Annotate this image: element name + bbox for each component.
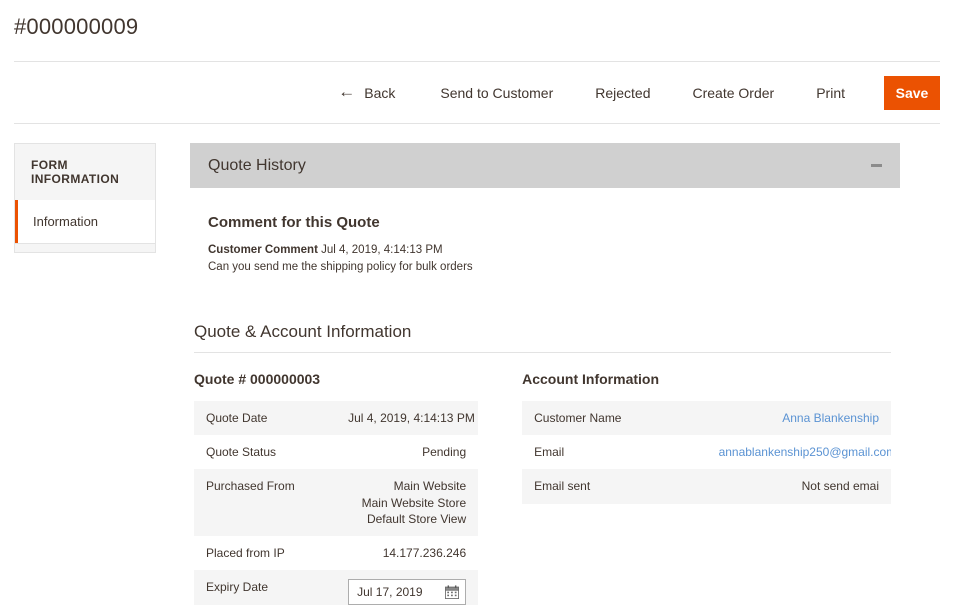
send-to-customer-button[interactable]: Send to Customer bbox=[419, 86, 574, 100]
table-row: Quote Status Pending bbox=[194, 435, 478, 469]
comment-author-label: Customer Comment bbox=[208, 244, 318, 256]
quote-history-panel-header[interactable]: Quote History bbox=[190, 143, 900, 188]
table-row: Placed from IP 14.177.236.246 bbox=[194, 536, 478, 570]
email-label: Email bbox=[534, 445, 565, 460]
placed-from-ip-value: 14.177.236.246 bbox=[382, 545, 467, 560]
page-actions-toolbar: ← Back Send to Customer Rejected Create … bbox=[14, 62, 940, 123]
calendar-icon[interactable] bbox=[445, 585, 460, 600]
email-value: annablankenship250@gmail.com bbox=[707, 435, 891, 469]
comment-body: Can you send me the shipping policy for … bbox=[208, 261, 473, 273]
email-sent-label: Email sent bbox=[534, 479, 591, 494]
account-information-table: Customer Name Anna Blankenship Email ann… bbox=[522, 401, 891, 504]
arrow-left-icon: ← bbox=[338, 82, 356, 101]
table-row: Expiry Date bbox=[194, 570, 479, 605]
account-information-column: Account Information Customer Name Anna B… bbox=[522, 371, 891, 605]
sidebar-item-information[interactable]: Information bbox=[14, 200, 156, 244]
form-sidebar: FORM INFORMATION Information bbox=[14, 143, 156, 253]
expiry-date-input[interactable] bbox=[357, 585, 438, 600]
table-row: Email sent Not send emai bbox=[522, 469, 891, 504]
quote-number-heading: Quote # 000000003 bbox=[194, 371, 321, 387]
comment-meta: Customer Comment Jul 4, 2019, 4:14:13 PM bbox=[208, 244, 900, 256]
quote-account-section-title: Quote & Account Information bbox=[194, 322, 891, 353]
back-button[interactable]: ← Back bbox=[338, 82, 419, 101]
quote-history-title: Quote History bbox=[208, 156, 306, 174]
quote-history-panel-body: Comment for this Quote Customer Comment … bbox=[190, 188, 900, 273]
expiry-date-value bbox=[336, 570, 478, 605]
main-content: Quote History Comment for this Quote Cus… bbox=[190, 143, 900, 273]
page-root: #000000009 ← Back Send to Customer Rejec… bbox=[0, 0, 954, 605]
table-row: Email annablankenship250@gmail.com bbox=[522, 435, 891, 469]
quote-date-value: Jul 4, 2019, 4:14:13 PM bbox=[348, 411, 475, 425]
save-button[interactable]: Save bbox=[884, 75, 940, 110]
purchased-from-value: Main Website Main Website Store Default … bbox=[336, 469, 478, 536]
quote-account-information-section: Quote & Account Information Quote # 0000… bbox=[194, 322, 891, 605]
table-row: Quote Date Jul 4, 2019, 4:14:13 PM bbox=[194, 401, 479, 436]
quote-information-table: Quote Date Jul 4, 2019, 4:14:13 PM Quote… bbox=[194, 401, 479, 605]
rejected-button[interactable]: Rejected bbox=[574, 86, 671, 100]
email-link[interactable]: annablankenship250@gmail.com bbox=[719, 445, 891, 459]
expiry-date-label: Expiry Date bbox=[206, 580, 269, 595]
quote-information-column: Quote # 000000003 Quote Date Jul 4, 2019… bbox=[194, 371, 479, 605]
placed-from-ip-label: Placed from IP bbox=[206, 545, 285, 560]
quote-status-value: Pending bbox=[422, 445, 467, 460]
back-button-label: Back bbox=[364, 84, 396, 101]
customer-name-link[interactable]: Anna Blankenship bbox=[782, 411, 879, 425]
expiry-date-field[interactable] bbox=[348, 579, 467, 605]
sidebar-footer-strip bbox=[14, 244, 156, 253]
table-row: Customer Name Anna Blankenship bbox=[522, 401, 891, 436]
customer-name-label: Customer Name bbox=[534, 411, 622, 425]
customer-name-value: Anna Blankenship bbox=[707, 401, 891, 435]
minus-icon[interactable] bbox=[871, 164, 882, 167]
purchased-from-store: Main Website Store bbox=[361, 495, 467, 510]
create-order-button[interactable]: Create Order bbox=[672, 86, 796, 100]
table-row: Purchased From Main Website Main Website… bbox=[194, 469, 479, 536]
account-information-heading: Account Information bbox=[522, 371, 660, 387]
purchased-from-website: Main Website bbox=[393, 479, 467, 494]
comment-heading: Comment for this Quote bbox=[208, 214, 380, 231]
sidebar-header: FORM INFORMATION bbox=[14, 143, 156, 200]
page-title: #000000009 bbox=[14, 14, 139, 39]
purchased-from-store-view: Default Store View bbox=[366, 511, 467, 526]
purchased-from-label: Purchased From bbox=[206, 479, 295, 494]
email-sent-value: Not send emai bbox=[801, 479, 879, 494]
quote-status-label: Quote Status bbox=[206, 445, 277, 460]
print-button[interactable]: Print bbox=[795, 86, 866, 100]
divider-bottom bbox=[14, 123, 940, 124]
sidebar-item-label: Information bbox=[33, 214, 99, 229]
quote-date-label: Quote Date bbox=[206, 411, 268, 425]
comment-timestamp: Jul 4, 2019, 4:14:13 PM bbox=[321, 244, 443, 256]
